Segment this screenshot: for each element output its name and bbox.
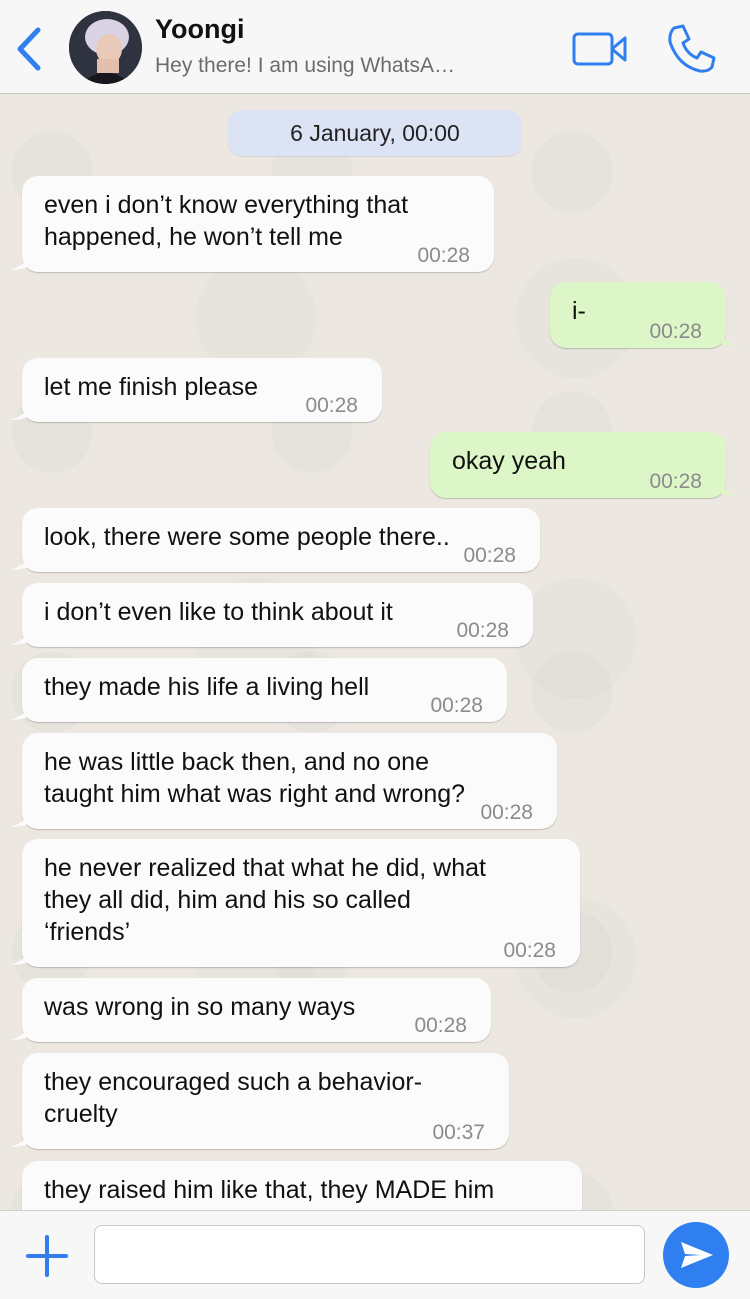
incoming-message-bubble[interactable]: they encouraged such a behavior- cruelty… bbox=[10, 1053, 509, 1149]
bubble-tail-icon bbox=[10, 631, 30, 645]
composer-bar bbox=[0, 1210, 750, 1299]
incoming-message-bubble[interactable]: they raised him like that, they MADE him bbox=[22, 1161, 582, 1210]
video-camera-icon[interactable] bbox=[572, 30, 628, 68]
message-text: was wrong in so many ways bbox=[44, 993, 356, 1021]
message-time: 00:37 bbox=[432, 1121, 485, 1144]
message-text: he never realized that what he did, what… bbox=[44, 854, 486, 946]
phone-icon[interactable] bbox=[664, 22, 718, 76]
message-time: 00:28 bbox=[649, 320, 702, 343]
message-time: 00:28 bbox=[417, 244, 470, 267]
contact-name[interactable]: Yoongi bbox=[155, 14, 244, 45]
message-text: they made his life a living hell bbox=[44, 673, 370, 701]
bubble-tail-icon bbox=[10, 706, 30, 720]
message-time: 00:28 bbox=[463, 544, 516, 567]
chat-header: Yoongi Hey there! I am using WhatsA… bbox=[0, 0, 750, 94]
bubble-tail-icon bbox=[718, 332, 738, 346]
bubble-tail-icon bbox=[10, 1133, 30, 1147]
back-chevron-icon[interactable] bbox=[14, 26, 46, 72]
bubble-tail-icon bbox=[718, 482, 738, 496]
message-time: 00:28 bbox=[503, 939, 556, 962]
message-text: they raised him like that, they MADE him bbox=[44, 1176, 495, 1204]
avatar[interactable] bbox=[69, 11, 142, 84]
incoming-message-bubble[interactable]: even i don’t know everything that happen… bbox=[10, 176, 494, 272]
bubble-tail-icon bbox=[10, 406, 30, 420]
incoming-message-bubble[interactable]: look, there were some people there.. 00:2… bbox=[10, 508, 540, 572]
message-text: i don’t even like to think about it bbox=[44, 598, 393, 626]
incoming-message-bubble[interactable]: was wrong in so many ways 00:28 bbox=[10, 978, 491, 1042]
bubble-tail-icon bbox=[10, 1026, 30, 1040]
bubble-tail-icon bbox=[10, 556, 30, 570]
date-chip: 6 January, 00:00 bbox=[228, 110, 522, 156]
plus-icon[interactable] bbox=[24, 1233, 70, 1279]
message-text: look, there were some people there.. bbox=[44, 523, 450, 551]
incoming-message-bubble[interactable]: they made his life a living hell 00:28 bbox=[10, 658, 507, 722]
message-input[interactable] bbox=[94, 1225, 645, 1284]
incoming-message-bubble[interactable]: he was little back then, and no one taug… bbox=[10, 733, 557, 829]
bubble-tail-icon bbox=[10, 256, 30, 270]
outgoing-message-bubble[interactable]: i- 00:28 bbox=[550, 282, 738, 348]
bubble-tail-icon bbox=[10, 951, 30, 965]
message-text: they encouraged such a behavior- cruelty bbox=[44, 1068, 423, 1128]
message-time: 00:28 bbox=[414, 1014, 467, 1037]
message-time: 00:28 bbox=[430, 694, 483, 717]
message-list[interactable]: 6 January, 00:00 even i don’t know every… bbox=[0, 94, 750, 1210]
incoming-message-bubble[interactable]: i don’t even like to think about it 00:28 bbox=[10, 583, 533, 647]
send-button[interactable] bbox=[663, 1222, 729, 1288]
bubble-tail-icon bbox=[10, 813, 30, 827]
outgoing-message-bubble[interactable]: okay yeah 00:28 bbox=[430, 432, 738, 498]
message-time: 00:28 bbox=[649, 470, 702, 493]
message-text: he was little back then, and no one taug… bbox=[44, 748, 466, 808]
send-arrow-icon bbox=[681, 1242, 713, 1268]
contact-status: Hey there! I am using WhatsA… bbox=[155, 54, 455, 77]
message-text: even i don’t know everything that happen… bbox=[44, 191, 409, 251]
message-time: 00:28 bbox=[305, 394, 358, 417]
message-time: 00:28 bbox=[480, 801, 533, 824]
incoming-message-bubble[interactable]: let me finish please 00:28 bbox=[10, 358, 382, 422]
message-time: 00:28 bbox=[456, 619, 509, 642]
incoming-message-bubble[interactable]: he never realized that what he did, what… bbox=[10, 839, 580, 967]
